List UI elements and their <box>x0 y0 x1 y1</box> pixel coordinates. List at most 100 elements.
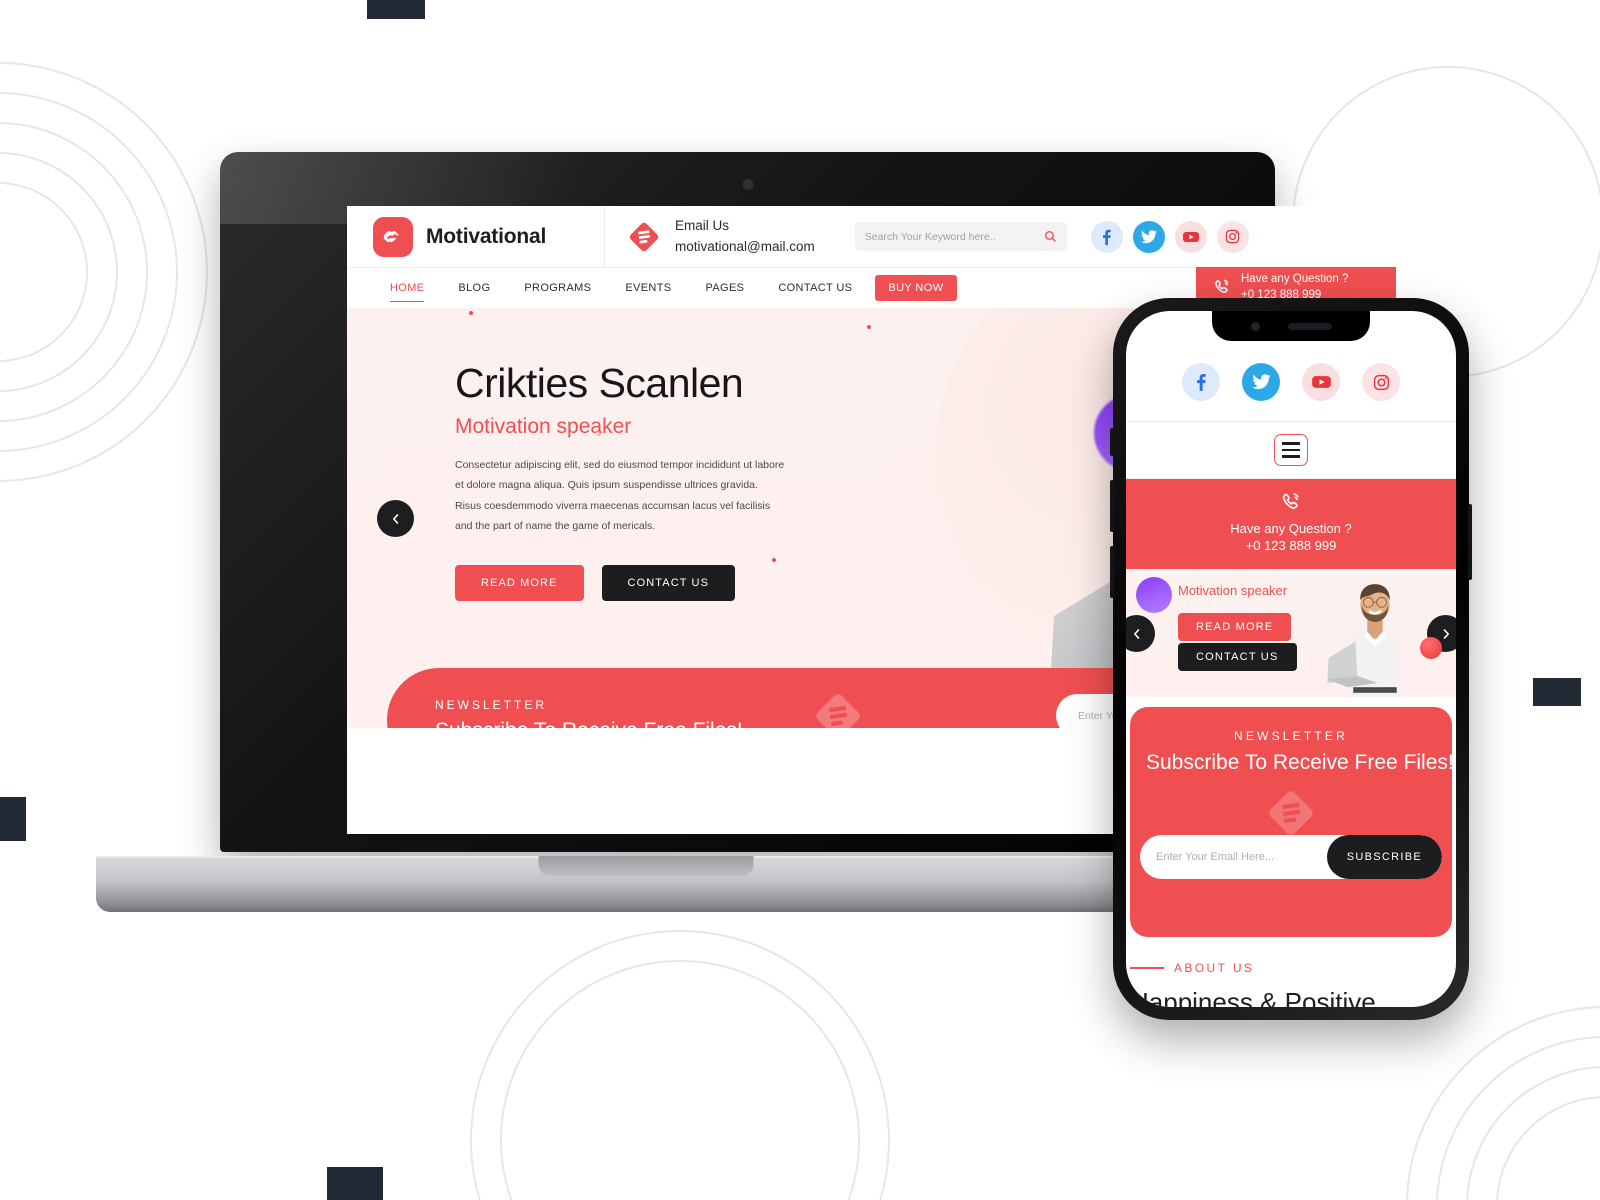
decor-dot-1 <box>867 325 871 329</box>
phone-about-section: ABOUT US Happiness & Positive <box>1126 937 1456 1007</box>
phone-newsletter-form: SUBSCRIBE <box>1140 835 1442 879</box>
decor-dot-2 <box>597 432 601 436</box>
phone-newsletter-email-input[interactable] <box>1140 851 1327 863</box>
nav-item-pages[interactable]: PAGES <box>688 268 761 308</box>
phone-newsletter-title: Subscribe To Receive Free Files! <box>1146 751 1454 774</box>
email-us-text: Email Us motivational@mail.com <box>675 216 815 257</box>
instagram-icon[interactable] <box>1216 220 1249 253</box>
newsletter-copy: NEWSLETTER Subscribe To Receive Free Fil… <box>435 698 743 729</box>
decor-square-left <box>0 797 26 841</box>
youtube-icon[interactable] <box>1302 363 1340 401</box>
decor-ring-bottomright-2 <box>1436 1036 1600 1200</box>
laptop-base-notch <box>538 856 754 876</box>
nav-item-programs[interactable]: PROGRAMS <box>507 268 608 308</box>
phone-have-question-phone: +0 123 888 999 <box>1245 538 1337 553</box>
phone-power-button[interactable] <box>1468 504 1472 580</box>
email-us-block[interactable]: Email Us motivational@mail.com <box>605 206 837 267</box>
chevron-left-icon <box>1133 628 1139 639</box>
phone-body: Have any Question ? +0 123 888 999 Motiv… <box>1110 298 1472 1020</box>
site-header: Motivational Email Us motivational@mail.… <box>347 206 1396 268</box>
decor-dot-3 <box>772 558 776 562</box>
nav-item-contact-us[interactable]: CONTACT US <box>761 268 869 308</box>
email-us-address: motivational@mail.com <box>675 238 815 254</box>
facebook-icon[interactable] <box>1182 363 1220 401</box>
page-canvas: Motivational Email Us motivational@mail.… <box>0 0 1600 1200</box>
email-us-label: Email Us <box>675 218 730 234</box>
newsletter-label: NEWSLETTER <box>435 697 548 712</box>
phone-screen: Have any Question ? +0 123 888 999 Motiv… <box>1126 311 1456 1007</box>
hero-buttons: READ MORE CONTACT US <box>455 564 815 601</box>
phone-menu-bar <box>1126 421 1456 479</box>
brand-logo[interactable]: Motivational <box>347 206 605 267</box>
chevron-right-icon <box>1443 628 1449 639</box>
phone-notch <box>1212 311 1370 341</box>
read-more-button[interactable]: READ MORE <box>455 564 584 601</box>
phone-decor-purple-ball <box>1136 577 1172 613</box>
phone-newsletter-section: NEWSLETTER Subscribe To Receive Free Fil… <box>1130 707 1454 937</box>
search-input[interactable] <box>864 230 1044 243</box>
phone-businessman-photo <box>1327 584 1401 697</box>
twitter-icon[interactable] <box>1132 220 1165 253</box>
laptop-mockup: Motivational Email Us motivational@mail.… <box>96 152 1396 912</box>
phone-read-more-button[interactable]: READ MORE <box>1178 613 1292 641</box>
decor-dot-4 <box>469 311 473 315</box>
phone-carousel-prev-button[interactable] <box>1126 615 1155 652</box>
hero-title: Crikties Scanlen <box>455 360 744 406</box>
social-links <box>1090 206 1249 267</box>
decor-square-top <box>367 0 425 19</box>
twitter-icon[interactable] <box>1242 363 1280 401</box>
search-area <box>854 206 1067 267</box>
carousel-prev-button[interactable] <box>377 500 414 537</box>
about-divider-line <box>1130 967 1164 969</box>
handshake-icon <box>373 216 413 257</box>
decor-ring-bottomright-4 <box>1496 1096 1600 1200</box>
phone-have-question-banner[interactable]: Have any Question ? +0 123 888 999 <box>1126 479 1456 569</box>
instagram-icon[interactable] <box>1362 363 1400 401</box>
phone-newsletter-label: NEWSLETTER <box>1233 729 1348 743</box>
brand-name: Motivational <box>426 224 547 248</box>
decor-square-right <box>1533 678 1581 706</box>
decor-ring-bottomright-1 <box>1406 1006 1600 1200</box>
phone-diamond-watermark-icon <box>1269 791 1313 835</box>
decor-ring-bottomright-3 <box>1466 1066 1600 1200</box>
hamburger-menu-icon[interactable] <box>1274 434 1308 466</box>
phone-volume-up-button[interactable] <box>1110 480 1114 532</box>
phone-front-camera-icon <box>1250 321 1260 331</box>
facebook-icon[interactable] <box>1090 220 1123 253</box>
nav-item-blog[interactable]: BLOG <box>441 268 507 308</box>
chevron-left-icon <box>392 513 398 524</box>
phone-hero-section: Motivation speaker READ MORE CONTACT US <box>1126 569 1456 697</box>
nav-item-events[interactable]: EVENTS <box>608 268 688 308</box>
phone-contact-us-button[interactable]: CONTACT US <box>1178 643 1297 671</box>
nav-item-home[interactable]: HOME <box>373 268 441 308</box>
phone-mockup: Have any Question ? +0 123 888 999 Motiv… <box>1110 298 1472 1020</box>
newsletter-title: Subscribe To Receive Free Files! <box>435 719 743 729</box>
phone-hero-person-image <box>1312 575 1438 697</box>
hero-subtitle: Motivation speaker <box>455 415 632 438</box>
decor-square-bottom <box>327 1167 383 1200</box>
youtube-icon[interactable] <box>1174 220 1207 253</box>
phone-have-question-line1: Have any Question ? <box>1230 521 1352 536</box>
search-box[interactable] <box>854 222 1067 251</box>
phone-about-label: ABOUT US <box>1174 961 1255 975</box>
decor-ring-left-5 <box>0 182 88 362</box>
phone-hero-subtitle: Motivation speaker <box>1178 583 1288 598</box>
laptop-base <box>96 856 1196 912</box>
phone-subscribe-button[interactable]: SUBSCRIBE <box>1326 835 1442 879</box>
search-icon[interactable] <box>1044 230 1057 243</box>
phone-mute-switch[interactable] <box>1110 428 1114 456</box>
hero-description: Consectetur adipiscing elit, sed do eius… <box>455 459 785 533</box>
phone-volume-down-button[interactable] <box>1110 546 1114 598</box>
contact-us-button[interactable]: CONTACT US <box>601 564 736 601</box>
phone-about-tag: ABOUT US <box>1130 961 1452 975</box>
laptop-camera-icon <box>742 179 753 190</box>
diamond-watermark-icon <box>816 694 860 728</box>
phone-ring-icon <box>1215 279 1229 293</box>
hero-copy: Crikties Scanlen Motivation speaker Cons… <box>455 360 815 601</box>
decor-ring-bottomleft-2 <box>500 960 860 1200</box>
buy-now-button[interactable]: BUY NOW <box>875 275 957 301</box>
decor-ring-bottomleft-1 <box>470 930 890 1200</box>
nav-menu: HOME BLOG PROGRAMS EVENTS PAGES CONTACT … <box>347 268 957 308</box>
have-question-line1: Have any Question ? <box>1241 273 1349 286</box>
phone-earpiece-icon <box>1287 322 1332 330</box>
